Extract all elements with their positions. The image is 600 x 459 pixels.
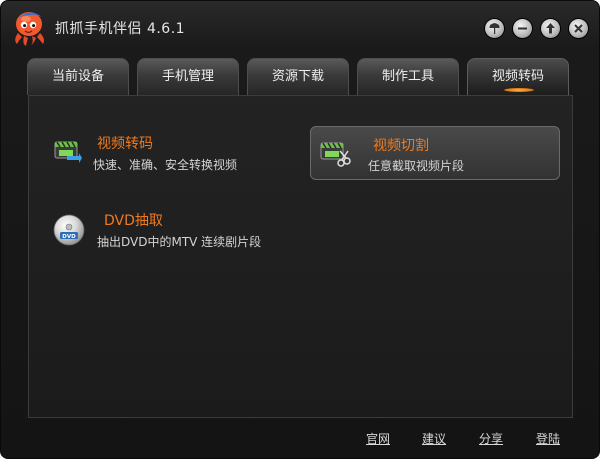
login-link[interactable]: 登陆	[536, 430, 560, 447]
tab-video-transcode[interactable]: 视频转码	[467, 58, 569, 95]
dvd-disc-icon: DVD	[53, 214, 85, 246]
active-tab-indicator	[504, 88, 534, 92]
official-site-link[interactable]: 官网	[366, 430, 390, 447]
feature-title: DVD抽取	[104, 213, 163, 229]
feature-description: 任意截取视频片段	[368, 159, 465, 173]
upgrade-button[interactable]	[541, 19, 560, 38]
feature-description: 快速、准确、安全转换视频	[93, 158, 238, 172]
tab-label: 资源下载	[271, 69, 324, 84]
video-convert-icon	[54, 141, 82, 163]
minimize-icon	[518, 27, 527, 30]
feature-description: 抽出DVD中的MTV 连续剧片段	[97, 235, 262, 249]
tab-resource-download[interactable]: 资源下载	[247, 58, 349, 95]
minimize-button[interactable]	[513, 19, 532, 38]
tab-current-device[interactable]: 当前设备	[27, 58, 129, 95]
octopus-logo-icon	[15, 12, 44, 46]
feature-title: 视频切割	[373, 138, 429, 154]
svg-text:DVD: DVD	[62, 234, 76, 240]
app-window: 抓抓手机伴侣 4.6.1 当前设备 手机管理 资源下载 制作工具 视频转码 视频…	[0, 0, 600, 459]
suggest-link[interactable]: 建议	[422, 430, 446, 447]
content-panel: 视频转码 快速、准确、安全转换视频 视频切割 任意截取视频片段 DVD DVD抽…	[28, 95, 573, 418]
tab-production-tools[interactable]: 制作工具	[357, 58, 459, 95]
feature-video-cut[interactable]: 视频切割 任意截取视频片段	[310, 126, 560, 180]
tab-phone-management[interactable]: 手机管理	[137, 58, 239, 95]
title-bar[interactable]: 抓抓手机伴侣 4.6.1	[1, 1, 599, 53]
feature-title: 视频转码	[97, 136, 153, 152]
share-link[interactable]: 分享	[479, 430, 503, 447]
close-icon	[574, 24, 583, 33]
feature-dvd-extract[interactable]: DVD DVD抽取 抽出DVD中的MTV 连续剧片段	[49, 203, 309, 253]
video-cut-icon	[320, 142, 351, 167]
upgrade-icon	[546, 23, 555, 34]
tab-label: 制作工具	[381, 69, 434, 84]
close-button[interactable]	[569, 19, 588, 38]
tab-label: 当前设备	[51, 69, 104, 84]
skin-icon	[489, 23, 500, 34]
tab-label: 手机管理	[161, 69, 214, 84]
app-title: 抓抓手机伴侣 4.6.1	[55, 21, 186, 37]
skin-button[interactable]	[485, 19, 504, 38]
tab-label: 视频转码	[491, 69, 544, 84]
feature-video-transcode[interactable]: 视频转码 快速、准确、安全转换视频	[49, 126, 289, 176]
